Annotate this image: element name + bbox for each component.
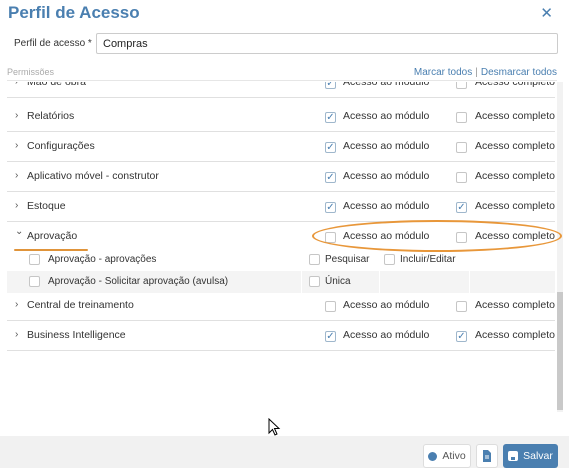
mouse-cursor-icon (268, 418, 281, 436)
full-access-label: Acesso completo (475, 200, 555, 212)
column-divider (469, 271, 470, 293)
save-disk-icon (508, 451, 519, 461)
module-access-checkbox[interactable]: ✓ (325, 112, 336, 123)
permissions-list: › Mão de obra ✓ Acesso ao módulo Acesso comp… (7, 82, 555, 352)
sub-permission-checkbox[interactable] (29, 254, 40, 265)
dialog-title: Perfil de Acesso (8, 3, 140, 22)
module-row[interactable]: › Business Intelligence ✓ Acesso ao módulo ✓… (7, 321, 555, 351)
module-row[interactable]: › Aplicativo móvel - construtor ✓ Acesso ao… (7, 162, 555, 192)
module-row[interactable]: › Estoque ✓ Acesso ao módulo ✓ Acesso complet… (7, 192, 555, 222)
sub-permission-row[interactable]: Aprovação - aprovações Pesquisar Incluir/E… (7, 249, 555, 271)
aprovacao-highlight-annotation (312, 220, 562, 252)
chevron-right-icon[interactable]: › (15, 299, 18, 310)
save-button[interactable]: Salvar (503, 444, 558, 468)
active-dot-icon (428, 451, 438, 461)
chevron-right-icon[interactable]: › (15, 200, 18, 211)
module-name: Central de treinamento (27, 299, 134, 311)
dialog-footer: Ativo Salvar (0, 436, 569, 468)
sub-option-checkbox[interactable] (309, 276, 320, 287)
full-access-label: Acesso completo (475, 82, 555, 88)
sub-option-checkbox[interactable] (309, 254, 320, 265)
column-divider (301, 271, 302, 293)
document-button[interactable] (476, 444, 498, 468)
module-name: Aplicativo móvel - construtor (27, 170, 159, 182)
module-access-label: Acesso ao módulo (343, 200, 430, 212)
module-access-label: Acesso ao módulo (343, 110, 430, 122)
full-access-checkbox[interactable] (456, 82, 467, 89)
sub-permission-row[interactable]: Aprovação - Solicitar aprovação (avulsa)… (7, 271, 555, 293)
chevron-right-icon[interactable]: › (15, 110, 18, 121)
sub-option-label: Incluir/Editar (400, 254, 456, 265)
full-access-checkbox[interactable]: ✓ (456, 202, 467, 213)
close-icon[interactable]: ✕ (540, 4, 553, 22)
profile-field-label: Perfil de acesso * (14, 38, 92, 49)
sub-permission-checkbox[interactable] (29, 276, 40, 287)
active-toggle-button[interactable]: Ativo (423, 444, 471, 468)
module-name: Business Intelligence (27, 329, 126, 341)
full-access-label: Acesso completo (475, 170, 555, 182)
full-access-checkbox[interactable]: ✓ (456, 331, 467, 342)
full-access-checkbox[interactable] (456, 301, 467, 312)
module-access-checkbox[interactable] (325, 301, 336, 312)
select-all-link[interactable]: Marcar todos (414, 67, 472, 78)
sub-permission-name: Aprovação - Solicitar aprovação (avulsa) (48, 276, 229, 287)
full-access-checkbox[interactable] (456, 172, 467, 183)
actions-separator: | (475, 67, 478, 78)
chevron-right-icon[interactable]: › (15, 170, 18, 181)
module-row[interactable]: › Central de treinamento Acesso ao módulo A… (7, 291, 555, 321)
document-icon (483, 450, 491, 462)
profile-field-row: Perfil de acesso * (14, 33, 558, 54)
module-access-label: Acesso ao módulo (343, 140, 430, 152)
full-access-label: Acesso completo (475, 329, 555, 341)
permissions-actions: Marcar todos | Desmarcar todos (414, 67, 557, 80)
deselect-all-link[interactable]: Desmarcar todos (481, 67, 557, 78)
module-row[interactable]: › Configurações ✓ Acesso ao módulo Acesso co… (7, 132, 555, 162)
module-access-label: Acesso ao módulo (343, 170, 430, 182)
module-name: Configurações (27, 140, 95, 152)
module-access-checkbox[interactable]: ✓ (325, 82, 336, 89)
module-name: Estoque (27, 200, 66, 212)
module-access-label: Acesso ao módulo (343, 82, 430, 88)
module-name: Relatórios (27, 110, 75, 122)
module-access-checkbox[interactable]: ✓ (325, 142, 336, 153)
module-name: Aprovação (27, 230, 78, 242)
full-access-checkbox[interactable] (456, 142, 467, 153)
aprovacao-underline-annotation (14, 249, 88, 251)
module-row[interactable]: › Relatórios ✓ Acesso ao módulo Acesso compl… (7, 102, 555, 132)
full-access-label: Acesso completo (475, 140, 555, 152)
access-profile-dialog: Perfil de Acesso ✕ Perfil de acesso * Pe… (0, 0, 569, 468)
module-access-label: Acesso ao módulo (343, 329, 430, 341)
full-access-checkbox[interactable] (456, 112, 467, 123)
chevron-down-icon[interactable]: ⌄ (15, 226, 23, 237)
sub-permission-name: Aprovação - aprovações (48, 254, 157, 265)
chevron-right-icon[interactable]: › (15, 140, 18, 151)
chevron-right-icon[interactable]: › (15, 82, 18, 87)
profile-input[interactable] (96, 33, 558, 54)
module-access-label: Acesso ao módulo (343, 299, 430, 311)
active-toggle-label: Ativo (442, 450, 466, 462)
full-access-label: Acesso completo (475, 110, 555, 122)
save-button-label: Salvar (523, 450, 553, 462)
module-access-checkbox[interactable]: ✓ (325, 172, 336, 183)
chevron-right-icon[interactable]: › (15, 329, 18, 340)
sub-option-label: Única (325, 276, 351, 287)
module-access-checkbox[interactable]: ✓ (325, 202, 336, 213)
sub-option-label: Pesquisar (325, 254, 370, 265)
scrollbar-thumb[interactable] (557, 292, 563, 410)
module-access-checkbox[interactable]: ✓ (325, 331, 336, 342)
permissions-header: Permissões Marcar todos | Desmarcar todos (7, 67, 557, 81)
sub-option-checkbox[interactable] (384, 254, 395, 265)
full-access-label: Acesso completo (475, 299, 555, 311)
column-divider (379, 271, 380, 293)
permissions-label: Permissões (7, 67, 55, 77)
module-row[interactable]: › Mão de obra ✓ Acesso ao módulo Acesso comp… (7, 82, 555, 98)
module-name: Mão de obra (27, 82, 86, 88)
